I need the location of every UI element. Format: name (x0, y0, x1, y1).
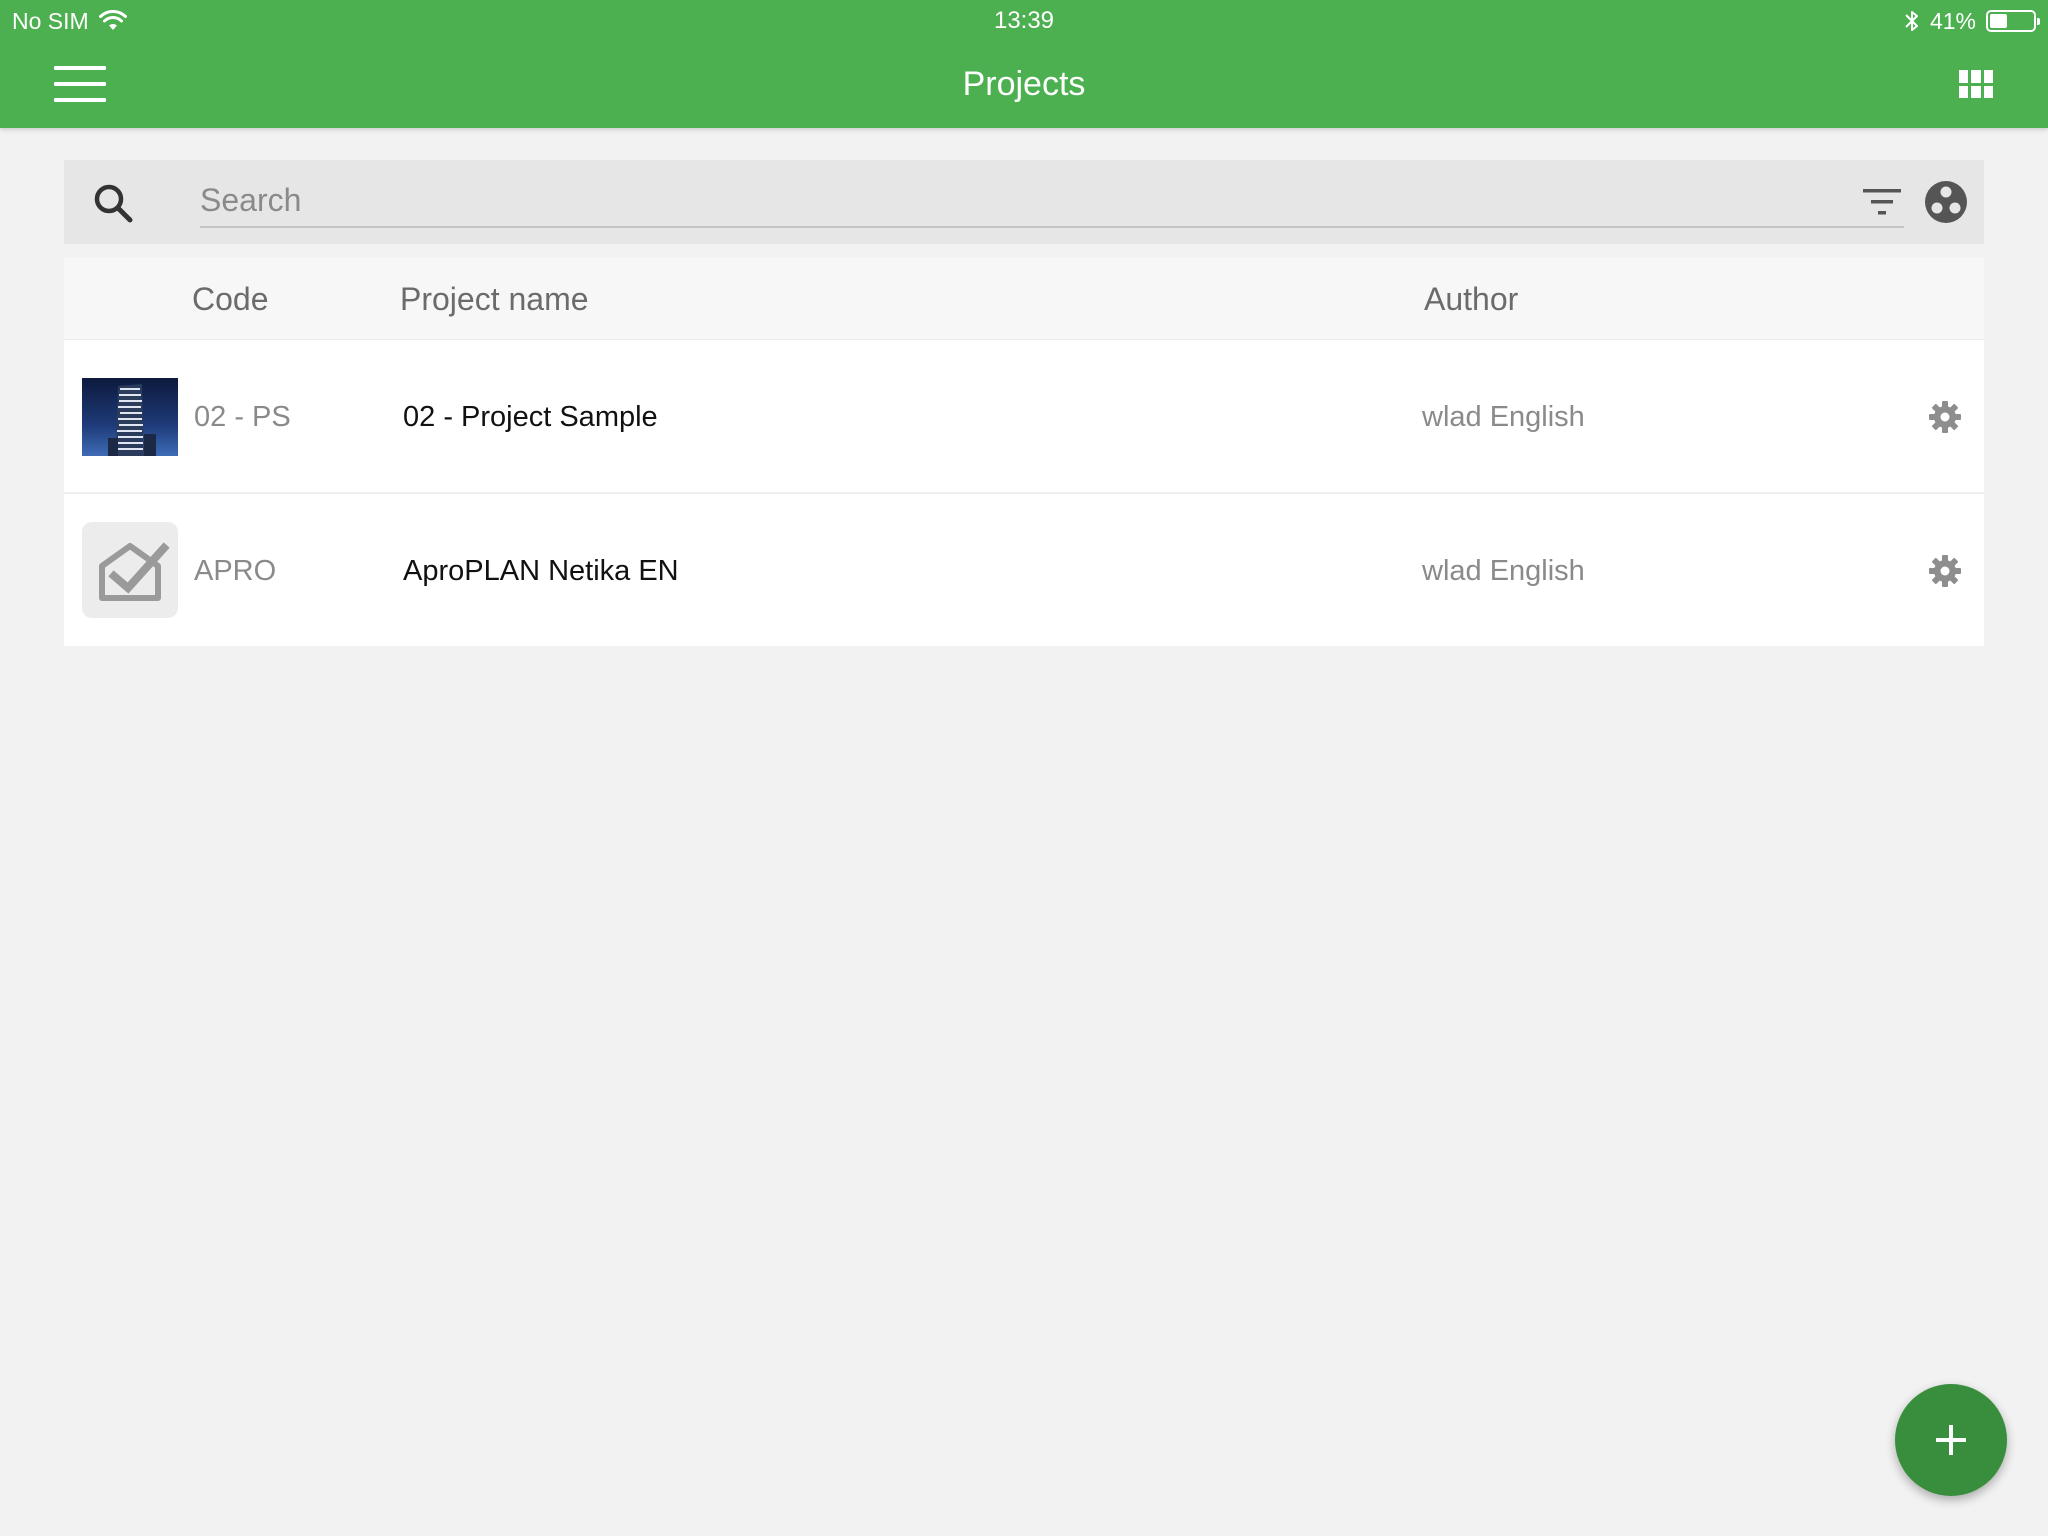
column-header-code[interactable]: Code (192, 258, 269, 340)
table-row[interactable]: APRO AproPLAN Netika EN wlad English (64, 494, 1984, 646)
share-icon[interactable] (1923, 179, 1969, 225)
add-project-button[interactable] (1895, 1384, 2007, 1496)
battery-level (1990, 14, 2008, 28)
search-icon (94, 184, 133, 223)
projects-table: Code Project name Author 02 - PS 02 - Pr… (64, 258, 1984, 646)
filter-icon[interactable] (1860, 184, 1904, 220)
settings-gear-icon[interactable] (1928, 400, 1962, 434)
settings-gear-icon[interactable] (1928, 554, 1962, 588)
column-header-project-name[interactable]: Project name (400, 258, 589, 340)
app-header: No SIM 13:39 41% Projects (0, 0, 2048, 128)
table-header: Code Project name Author (64, 258, 1984, 340)
column-header-author[interactable]: Author (1424, 258, 1518, 340)
project-code: 02 - PS (194, 401, 291, 433)
bluetooth-icon (1905, 11, 1918, 31)
project-author: wlad English (1422, 555, 1585, 587)
page-title: Projects (962, 65, 1086, 103)
grid-view-icon[interactable] (1959, 70, 1993, 98)
search-input[interactable] (200, 174, 1904, 228)
project-name: AproPLAN Netika EN (403, 555, 679, 587)
search-bar (64, 160, 1984, 244)
project-thumbnail (82, 378, 178, 456)
table-row[interactable]: 02 - PS 02 - Project Sample wlad English (64, 340, 1984, 494)
aproplan-logo-icon (99, 542, 170, 601)
project-name: 02 - Project Sample (403, 401, 658, 433)
status-time: 13:39 (993, 7, 1055, 34)
battery-icon (1986, 10, 2040, 32)
plus-icon (1936, 1425, 1966, 1455)
status-right: 41% (1904, 6, 2040, 36)
project-code: APRO (194, 555, 277, 587)
project-thumbnail (82, 522, 178, 618)
battery-percent: 41% (1929, 7, 1976, 34)
project-author: wlad English (1422, 401, 1585, 433)
